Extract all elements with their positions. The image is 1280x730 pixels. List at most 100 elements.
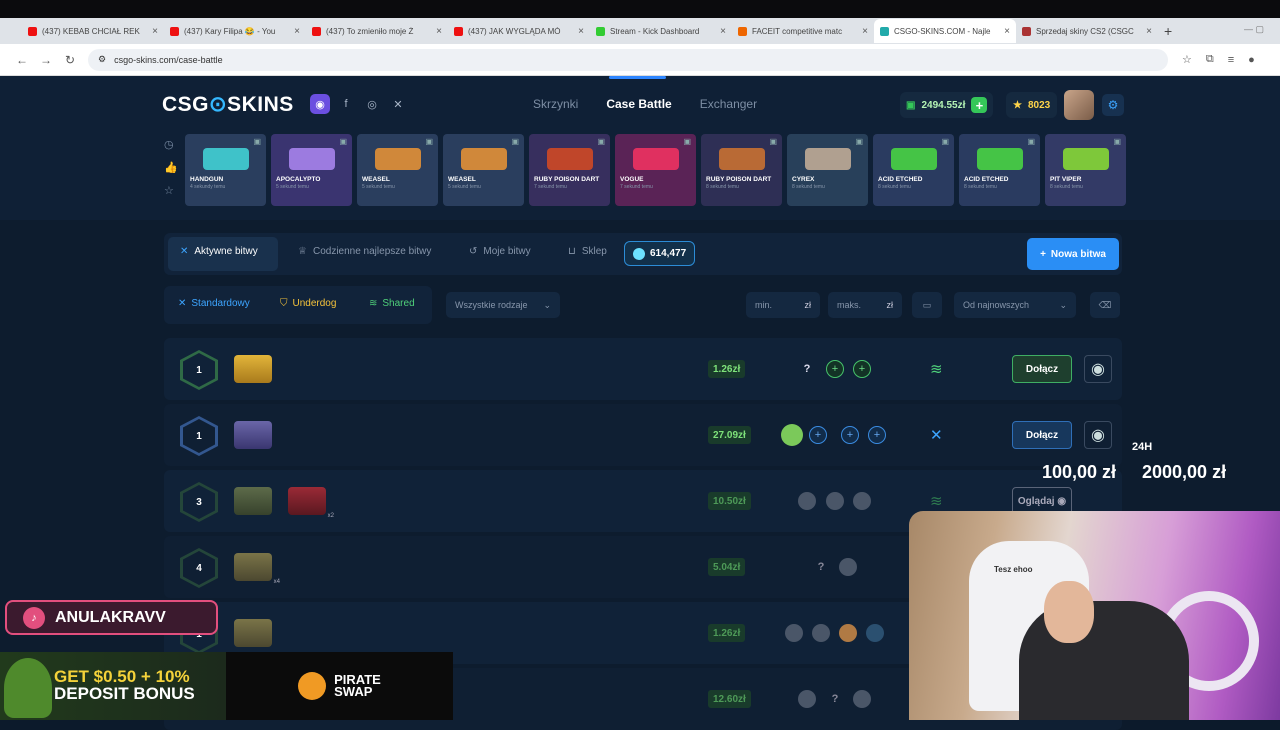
ad-line-2: DEPOSIT BONUS — [54, 684, 195, 703]
star-outline-icon[interactable]: ☆ — [164, 184, 178, 197]
avatar[interactable] — [1064, 90, 1094, 120]
filter-underdog[interactable]: ⛉ Underdog — [280, 298, 336, 309]
instagram-icon[interactable]: ◎ — [362, 94, 382, 114]
skin-image — [805, 148, 851, 170]
filter-standard[interactable]: ✕ Standardowy — [178, 298, 250, 309]
drop-time: 5 sekund temu — [448, 184, 481, 190]
case-image — [234, 355, 272, 383]
nav-exchanger[interactable]: Exchanger — [700, 97, 757, 111]
gems-balance[interactable]: 614,477 — [624, 241, 696, 266]
new-battle-button[interactable]: + Nowa bitwa — [1027, 238, 1119, 270]
reload-icon[interactable]: ↻ — [58, 53, 82, 67]
browser-tab[interactable]: (437) KEBAB CHCIAŁ REK × — [22, 19, 164, 43]
live-drop-card[interactable]: ▣ RUBY POISON DART 7 sekund temu — [529, 134, 610, 206]
live-drop-card[interactable]: ▣ APOCALYPTO 5 sekund temu — [271, 134, 352, 206]
filter-shared[interactable]: ≋ Shared — [369, 298, 415, 309]
join-button[interactable]: Dołącz — [1012, 355, 1072, 383]
new-tab-icon[interactable]: + — [1164, 23, 1172, 39]
tab-my-battles[interactable]: ↺ Moje bitwy — [469, 246, 531, 257]
live-drop-card[interactable]: ▣ RUBY POISON DART 8 sekund temu — [701, 134, 782, 206]
close-tab-icon[interactable]: × — [1146, 26, 1152, 37]
live-drop-card[interactable]: ▣ VOGUE 7 sekund temu — [615, 134, 696, 206]
window-controls[interactable]: — ▢ — [1244, 24, 1264, 35]
tab-mine-label: Moje bitwy — [483, 246, 531, 257]
discord-icon[interactable]: ◉ — [310, 94, 330, 114]
live-drop-card[interactable]: ▣ CYREX 8 sekund temu — [787, 134, 868, 206]
url-input[interactable]: ⚙ csgo-skins.com/case-battle — [88, 48, 1168, 71]
view-eye-icon[interactable]: ◉ — [1084, 421, 1112, 449]
type-select[interactable]: Wszystkie rodzaje ⌄ — [446, 292, 560, 318]
forward-icon[interactable]: → — [34, 53, 58, 67]
player-avatar — [853, 690, 871, 708]
profile-icon[interactable]: ● — [1248, 54, 1255, 66]
skin-image — [719, 148, 765, 170]
max-price-input[interactable]: maks. zł — [828, 292, 902, 318]
tab-daily-best[interactable]: ♕ Codzienne najlepsze bitwy — [298, 246, 431, 257]
basket-icon: ⊔ — [568, 246, 576, 257]
live-drop-card[interactable]: ▣ WEASEL 5 sekund temu — [443, 134, 524, 206]
live-drop-card[interactable]: ▣ ACID ETCHED 8 sekund temu — [959, 134, 1040, 206]
item-icon: ▣ — [425, 137, 433, 146]
join-button[interactable]: Dołącz — [1012, 421, 1072, 449]
live-drop-card[interactable]: ▣ PIT VIPER 8 sekund temu — [1045, 134, 1126, 206]
thumbs-up-icon[interactable]: 👍 — [164, 161, 178, 174]
drop-time: 7 sekund temu — [620, 184, 653, 190]
close-tab-icon[interactable]: × — [862, 26, 868, 37]
min-placeholder: min. — [755, 300, 773, 310]
browser-tab[interactable]: Stream - Kick Dashboard × — [590, 19, 732, 43]
skin-image — [547, 148, 593, 170]
extensions-icon[interactable]: ⧉ — [1206, 53, 1214, 66]
tab-shop[interactable]: ⊔ Sklep — [568, 246, 607, 257]
live-drop-card[interactable]: ▣ HANDGUN 4 sekundy temu — [185, 134, 266, 206]
drop-time: 8 sekund temu — [878, 184, 911, 190]
close-tab-icon[interactable]: × — [294, 26, 300, 37]
browser-tab[interactable]: CSGO-SKINS.COM - Najle × — [874, 19, 1016, 43]
tab-active-battles[interactable]: ✕ Aktywne bitwy — [180, 246, 258, 257]
back-icon[interactable]: ← — [10, 53, 34, 67]
join-slot-button[interactable]: + — [853, 360, 871, 378]
min-price-input[interactable]: min. zł — [746, 292, 820, 318]
site-info-icon[interactable]: ⚙ — [98, 54, 106, 65]
view-eye-icon[interactable]: ◉ — [1084, 355, 1112, 383]
calendar-icon[interactable]: ▭ — [912, 292, 942, 318]
browser-tab[interactable]: (437) To zmieniło moje Ż × — [306, 19, 448, 43]
clock-icon[interactable]: ◷ — [164, 138, 178, 151]
live-drop-card[interactable]: ▣ WEASEL 5 sekund temu — [357, 134, 438, 206]
mascot-image — [4, 658, 52, 718]
browser-tab[interactable]: (437) Kary Filipa 😂 - You × — [164, 19, 306, 43]
facebook-icon[interactable]: f — [336, 94, 356, 114]
deposit-button[interactable]: + — [971, 97, 988, 113]
battle-row[interactable]: 1 1.26zł ? + + ≋ Dołącz ◉ — [164, 338, 1122, 400]
tab-active-label: Aktywne bitwy — [194, 246, 258, 257]
nav-cases[interactable]: Skrzynki — [533, 97, 578, 111]
balance-display[interactable]: ▣ 2494.55zł + — [900, 92, 994, 118]
coins-display[interactable]: ★ 8023 — [1006, 92, 1058, 118]
browser-tab[interactable]: Sprzedaj skiny CS2 (CSGC × — [1016, 19, 1158, 43]
join-slot-button[interactable]: + — [809, 426, 827, 444]
case-image: x2 — [288, 487, 334, 519]
case-multiplier: x2 — [327, 513, 334, 519]
browser-tab[interactable]: (437) JAK WYGLĄDA MÓ × — [448, 19, 590, 43]
menu-icon[interactable]: ≡ — [1228, 54, 1234, 66]
close-tab-icon[interactable]: × — [436, 26, 442, 37]
overlay-amount-a: 100,00 zł — [1042, 462, 1117, 482]
battle-row[interactable]: 1 27.09zł + + + ✕ Dołącz ◉ — [164, 404, 1122, 466]
player-avatar — [781, 424, 803, 446]
close-tab-icon[interactable]: × — [152, 26, 158, 37]
close-tab-icon[interactable]: × — [578, 26, 584, 37]
settings-gear-icon[interactable]: ⚙ — [1102, 94, 1124, 116]
clear-filters-icon[interactable]: ⌫ — [1090, 292, 1120, 318]
x-twitter-icon[interactable]: ✕ — [388, 94, 408, 114]
join-slot-button[interactable]: + — [868, 426, 886, 444]
skin-image — [375, 148, 421, 170]
close-tab-icon[interactable]: × — [1004, 26, 1010, 37]
site-logo[interactable]: CSG⊙SKINS — [162, 92, 294, 117]
join-slot-button[interactable]: + — [841, 426, 859, 444]
close-tab-icon[interactable]: × — [720, 26, 726, 37]
bookmark-star-icon[interactable]: ☆ — [1182, 53, 1192, 66]
nav-case-battle[interactable]: Case Battle — [606, 97, 671, 111]
live-drop-card[interactable]: ▣ ACID ETCHED 8 sekund temu — [873, 134, 954, 206]
browser-tab[interactable]: FACEIT competitive matc × — [732, 19, 874, 43]
join-slot-button[interactable]: + — [826, 360, 844, 378]
sort-select[interactable]: Od najnowszych ⌄ — [954, 292, 1076, 318]
